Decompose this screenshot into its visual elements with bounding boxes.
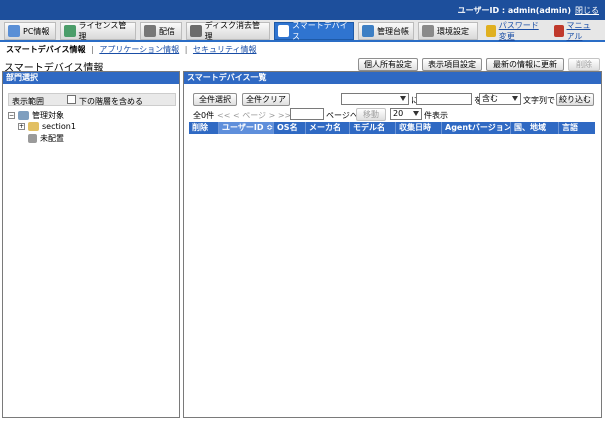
subnav-separator: | bbox=[184, 45, 188, 54]
key-icon bbox=[486, 25, 496, 37]
delivery-icon bbox=[144, 25, 156, 37]
col-os-name[interactable]: OS名 bbox=[274, 122, 306, 134]
col-agent-version[interactable]: Agentバージョン bbox=[442, 122, 511, 134]
device-list-panel: スマートデバイス一覧 全件選択 全件クリア に を 含む 文字列で 絞り込む 全… bbox=[183, 71, 602, 418]
display-settings-button[interactable]: 表示項目設定 bbox=[422, 58, 482, 71]
nav-label: マニュアル bbox=[566, 21, 591, 41]
chevron-down-icon bbox=[413, 111, 419, 116]
department-panel-title: 部門選択 bbox=[3, 72, 179, 84]
move-button[interactable]: 移動 bbox=[356, 108, 386, 121]
chevron-down-icon bbox=[512, 96, 518, 101]
per-page-suffix-label: 件表示 bbox=[424, 111, 448, 120]
col-user-id[interactable]: ユーザーID ≎ bbox=[219, 122, 274, 134]
nav-ledger[interactable]: 管理台帳 bbox=[358, 22, 414, 40]
tree-root[interactable]: − 管理対象 bbox=[8, 110, 64, 121]
disk-erase-icon bbox=[190, 25, 202, 37]
filter-column-select[interactable] bbox=[341, 93, 409, 105]
string-suffix-label: 文字列で bbox=[523, 96, 555, 105]
subnav-smart-device-info: スマートデバイス情報 bbox=[6, 45, 86, 54]
subnav-app-info[interactable]: アプリケーション情報 bbox=[99, 45, 179, 54]
pager-links[interactable]: << < ページ > >> bbox=[217, 110, 291, 121]
smart-device-icon bbox=[278, 25, 289, 37]
subnav-separator: | bbox=[91, 45, 94, 54]
folder-icon bbox=[18, 111, 29, 120]
ledger-icon bbox=[362, 25, 374, 37]
department-panel: 部門選択 表示範囲 下の階層を含める − 管理対象 + section1 未配置 bbox=[2, 71, 180, 418]
filter-text-input[interactable] bbox=[416, 93, 472, 105]
nav-manual[interactable]: マニュアル bbox=[550, 21, 602, 41]
tree-label: 未配置 bbox=[40, 134, 64, 143]
per-page-select[interactable]: 20 bbox=[390, 108, 422, 120]
tree-unassigned[interactable]: 未配置 bbox=[28, 133, 64, 144]
col-country[interactable]: 国、地域 bbox=[511, 122, 559, 134]
unassigned-icon bbox=[28, 134, 37, 143]
select-all-button[interactable]: 全件選択 bbox=[193, 93, 237, 106]
main-nav: PC情報 ライセンス管理 配信 ディスク消去管理 スマートデバイス 管理台帳 環… bbox=[0, 20, 605, 42]
record-count: 全0件 bbox=[193, 111, 215, 120]
tree-section1[interactable]: + section1 bbox=[18, 122, 76, 131]
nav-pc-info[interactable]: PC情報 bbox=[4, 22, 56, 40]
nav-delivery[interactable]: 配信 bbox=[140, 22, 182, 40]
subnav-security-info[interactable]: セキュリティ情報 bbox=[193, 45, 257, 54]
user-id-label: ユーザーID : admin(admin) bbox=[457, 6, 571, 15]
match-mode-value: 含む bbox=[482, 94, 498, 103]
expand-icon[interactable]: + bbox=[18, 123, 25, 130]
manual-icon bbox=[554, 25, 564, 37]
per-page-value: 20 bbox=[393, 109, 404, 118]
filter-button[interactable]: 絞り込む bbox=[556, 93, 594, 106]
scope-row: 表示範囲 下の階層を含める bbox=[8, 93, 176, 106]
col-delete[interactable]: 削除 bbox=[189, 122, 219, 134]
scope-label: 表示範囲 bbox=[12, 97, 44, 106]
top-bar: ユーザーID : admin(admin) 閉じる bbox=[0, 0, 605, 20]
folder-icon bbox=[28, 122, 39, 131]
tree-label: section1 bbox=[42, 122, 76, 131]
nav-label: 管理台帳 bbox=[377, 26, 409, 36]
nav-license[interactable]: ライセンス管理 bbox=[60, 21, 136, 41]
collapse-icon[interactable]: − bbox=[8, 112, 15, 119]
include-lower-checkbox[interactable] bbox=[67, 95, 76, 104]
delete-button[interactable]: 削除 bbox=[568, 58, 600, 71]
nav-disk-erase[interactable]: ディスク消去管理 bbox=[186, 21, 270, 41]
col-maker[interactable]: メーカ名 bbox=[306, 122, 350, 134]
nav-smart-device[interactable]: スマートデバイス bbox=[274, 21, 354, 41]
nav-label: 配信 bbox=[159, 26, 175, 36]
page-suffix-label: ページへ bbox=[326, 111, 358, 120]
owner-settings-button[interactable]: 個人所有設定 bbox=[358, 58, 418, 71]
nav-label: 環境設定 bbox=[437, 26, 469, 36]
nav-label: パスワード変更 bbox=[498, 21, 539, 41]
license-icon bbox=[64, 25, 76, 37]
nav-settings[interactable]: 環境設定 bbox=[418, 22, 478, 40]
device-list-title: スマートデバイス一覧 bbox=[184, 72, 601, 84]
close-link[interactable]: 閉じる bbox=[575, 5, 599, 16]
include-lower-label: 下の階層を含める bbox=[79, 97, 143, 106]
nav-label: ライセンス管理 bbox=[78, 21, 127, 41]
refresh-button[interactable]: 最新の情報に更新 bbox=[486, 58, 564, 71]
device-table-header: 削除 ユーザーID ≎ OS名 メーカ名 モデル名 収集日時 Agentバージョ… bbox=[189, 122, 595, 134]
tree-label: 管理対象 bbox=[32, 111, 64, 120]
col-model[interactable]: モデル名 bbox=[350, 122, 396, 134]
chevron-down-icon bbox=[400, 96, 406, 101]
nav-label: ディスク消去管理 bbox=[204, 21, 261, 41]
clear-all-button[interactable]: 全件クリア bbox=[242, 93, 290, 106]
col-language[interactable]: 言語 bbox=[559, 122, 595, 134]
pc-icon bbox=[8, 25, 20, 37]
match-mode-select[interactable]: 含む bbox=[479, 93, 521, 105]
settings-icon bbox=[422, 25, 434, 37]
nav-label: スマートデバイス bbox=[291, 21, 348, 41]
sub-nav: スマートデバイス情報 | アプリケーション情報 | セキュリティ情報 bbox=[6, 44, 257, 55]
col-collected-at[interactable]: 収集日時 bbox=[396, 122, 442, 134]
nav-label: PC情報 bbox=[23, 26, 50, 36]
nav-password-change[interactable]: パスワード変更 bbox=[482, 21, 548, 41]
page-number-input[interactable] bbox=[290, 108, 324, 120]
